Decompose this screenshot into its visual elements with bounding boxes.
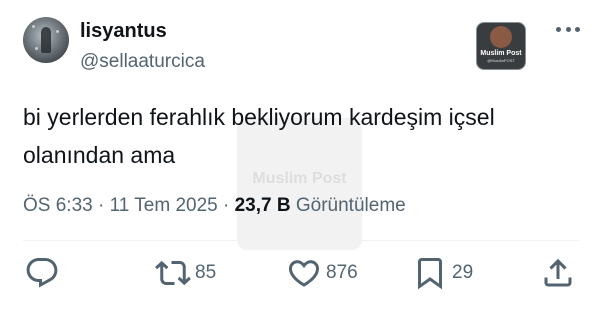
tweet-date[interactable]: 11 Tem 2025	[110, 195, 218, 216]
meta-separator: ·	[98, 195, 105, 216]
author-handle[interactable]: @sellaaturcica	[80, 51, 205, 73]
meta-separator: ·	[223, 195, 230, 216]
dot	[556, 26, 561, 32]
more-options-icon[interactable]	[556, 24, 580, 34]
avatar-speck	[35, 47, 38, 50]
reply-icon	[24, 255, 60, 291]
tweet-meta: ÖS 6:33 · 11 Tem 2025 · 23,7 B Görüntüle…	[23, 195, 406, 217]
like-button[interactable]: 876	[286, 255, 358, 291]
tweet-time[interactable]: ÖS 6:33	[23, 195, 93, 216]
reply-button[interactable]	[24, 255, 60, 291]
avatar-figure	[41, 27, 51, 53]
avatar-speck	[56, 30, 59, 33]
bookmark-count: 29	[452, 262, 474, 283]
retweet-icon	[155, 255, 191, 291]
badge-title: Muslim Post	[480, 50, 522, 57]
badge-portrait	[490, 26, 512, 48]
like-count: 876	[326, 262, 358, 283]
heart-icon	[286, 255, 322, 291]
badge-handle: @MuslimPOST	[487, 58, 515, 63]
account-badge-image[interactable]: Muslim Post @MuslimPOST	[476, 22, 526, 70]
views-count[interactable]: 23,7 B	[235, 195, 291, 216]
dot	[575, 26, 580, 32]
dot	[565, 26, 571, 32]
retweet-count: 85	[195, 262, 217, 283]
tweet-text: bi yerlerden ferahlık bekliyorum kardeşi…	[23, 104, 495, 168]
bookmark-icon	[412, 255, 448, 291]
author-display-name[interactable]: lisyantus	[80, 20, 167, 43]
author-avatar[interactable]	[23, 17, 69, 63]
bookmark-button[interactable]: 29	[412, 255, 473, 291]
retweet-button[interactable]: 85	[155, 255, 216, 291]
action-bar: 85 876 29	[0, 255, 595, 291]
share-icon	[540, 255, 576, 291]
share-button[interactable]	[540, 255, 576, 291]
avatar-speck	[32, 25, 35, 28]
divider	[23, 240, 579, 241]
views-label: Görüntüleme	[295, 195, 406, 216]
